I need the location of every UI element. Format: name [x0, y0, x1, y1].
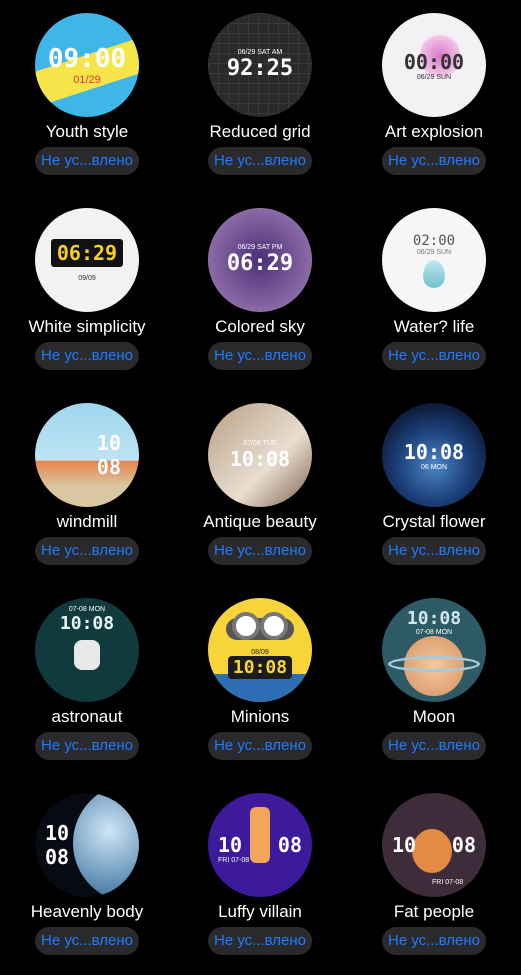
- watch-face-card[interactable]: 10 08 Heavenly body Не ус...влено: [0, 780, 174, 975]
- face-time-hours: 10: [218, 833, 243, 857]
- face-date: 01/29: [73, 74, 101, 86]
- watch-face-preview[interactable]: 06/29 SAT AM 92:25: [208, 13, 312, 117]
- watch-face-card[interactable]: 02:00 06/29 SUN Water? life Не ус...влен…: [347, 195, 521, 390]
- install-status-button[interactable]: Не ус...влено: [208, 342, 312, 370]
- watch-face-card[interactable]: 06:29 09/09 White simplicity Не ус...вле…: [0, 195, 174, 390]
- install-status-button[interactable]: Не ус...влено: [208, 927, 312, 955]
- water-drop-icon: [423, 259, 445, 288]
- face-date: 08/09: [251, 649, 269, 656]
- face-time: 10:08: [406, 608, 462, 629]
- watch-face-card[interactable]: 06/29 SAT AM 92:25 Reduced grid Не ус...…: [173, 0, 347, 195]
- face-date: 06/29 SAT PM: [237, 244, 283, 251]
- face-time: 00:00: [403, 49, 465, 74]
- watch-face-preview[interactable]: 10 08 FRI 07-08: [382, 793, 486, 897]
- face-title: Water? life: [393, 317, 475, 336]
- face-time-minutes: 08: [45, 845, 70, 869]
- face-title: astronaut: [51, 707, 123, 726]
- watch-face-card[interactable]: 10:08 07-08 MON Moon Не ус...влено: [347, 585, 521, 780]
- watch-face-card[interactable]: 10 08 FRI 07-08 Luffy villain Не ус...вл…: [173, 780, 347, 975]
- watch-face-grid: 09:00 01/29 Youth style Не ус...влено 06…: [0, 0, 521, 970]
- face-time: 10:08: [403, 439, 465, 464]
- face-title: Fat people: [393, 902, 475, 921]
- watch-face-preview[interactable]: 07-08 MON 10:08: [35, 598, 139, 702]
- face-time-hours: 10: [392, 833, 417, 857]
- install-status-button[interactable]: Не ус...влено: [35, 537, 139, 565]
- face-title: windmill: [56, 512, 118, 531]
- face-date: 06/29 SUN: [416, 73, 452, 81]
- install-status-button[interactable]: Не ус...влено: [382, 732, 486, 760]
- face-time-hours: 10: [45, 821, 70, 845]
- install-status-button[interactable]: Не ус...влено: [382, 342, 486, 370]
- face-title: Minions: [230, 707, 290, 726]
- face-date: 06 MON: [420, 463, 448, 471]
- watch-face-card[interactable]: 00:00 06/29 SUN Art explosion Не ус...вл…: [347, 0, 521, 195]
- face-title: White simplicity: [28, 317, 146, 336]
- face-date: 07-08 MON: [415, 629, 453, 636]
- install-status-button[interactable]: Не ус...влено: [35, 342, 139, 370]
- face-title: Heavenly body: [30, 902, 144, 921]
- face-date: 06/29 SUN: [416, 248, 452, 256]
- watch-face-card[interactable]: 06/29 SAT PM 06:29 Colored sky Не ус...в…: [173, 195, 347, 390]
- install-status-button[interactable]: Не ус...влено: [208, 147, 312, 175]
- face-date: 07-08 MON: [68, 606, 106, 613]
- face-title: Moon: [412, 707, 456, 726]
- face-date: 09/09: [78, 274, 96, 282]
- watch-face-preview[interactable]: 06/29 SAT PM 06:29: [208, 208, 312, 312]
- install-status-button[interactable]: Не ус...влено: [208, 537, 312, 565]
- face-time: 10:08: [229, 446, 291, 471]
- install-status-button[interactable]: Не ус...влено: [35, 732, 139, 760]
- face-time-minutes: 08: [96, 455, 121, 479]
- face-title: Crystal flower: [382, 512, 486, 531]
- watch-face-preview[interactable]: 02:00 06/29 SUN: [382, 208, 486, 312]
- watch-face-preview[interactable]: 10 08: [35, 793, 139, 897]
- face-time-minutes: 08: [451, 833, 476, 857]
- face-title: Luffy villain: [218, 902, 302, 921]
- face-time-hours: 10: [96, 431, 121, 455]
- face-date: FRI 07-08: [218, 857, 250, 864]
- face-time: 09:00: [47, 44, 127, 74]
- install-status-button[interactable]: Не ус...влено: [382, 537, 486, 565]
- face-title: Colored sky: [215, 317, 305, 336]
- install-status-button[interactable]: Не ус...влено: [208, 732, 312, 760]
- face-date: 06/29 SAT AM: [237, 49, 283, 56]
- install-status-button[interactable]: Не ус...влено: [382, 927, 486, 955]
- watch-face-card[interactable]: 07/08 TUE 10:08 Antique beauty Не ус...в…: [173, 390, 347, 585]
- face-date: 07/08 TUE: [243, 439, 277, 447]
- watch-face-preview[interactable]: 10:08 07-08 MON: [382, 598, 486, 702]
- install-status-button[interactable]: Не ус...влено: [382, 147, 486, 175]
- face-time: 06:29: [56, 240, 118, 265]
- face-time-minutes: 08: [277, 833, 302, 857]
- face-title: Youth style: [45, 122, 129, 141]
- watch-face-preview[interactable]: 10 08: [35, 403, 139, 507]
- install-status-button[interactable]: Не ус...влено: [35, 147, 139, 175]
- watch-face-card[interactable]: 10 08 FRI 07-08 Fat people Не ус...влено: [347, 780, 521, 975]
- face-time: 10:08: [59, 613, 115, 634]
- face-title: Antique beauty: [203, 512, 317, 531]
- face-title: Art explosion: [384, 122, 484, 141]
- watch-face-preview[interactable]: 06:29 09/09: [35, 208, 139, 312]
- watch-face-preview[interactable]: 10 08 FRI 07-08: [208, 793, 312, 897]
- face-time: 92:25: [226, 56, 294, 81]
- watch-face-preview[interactable]: 07/08 TUE 10:08: [208, 403, 312, 507]
- watch-face-preview[interactable]: 09:00 01/29: [35, 13, 139, 117]
- face-time: 02:00: [412, 232, 456, 249]
- watch-face-preview[interactable]: 08/09 10:08: [208, 598, 312, 702]
- face-title: Reduced grid: [209, 122, 311, 141]
- watch-face-preview[interactable]: 00:00 06/29 SUN: [382, 13, 486, 117]
- astronaut-icon: [74, 640, 100, 670]
- watch-face-card[interactable]: 10:08 06 MON Crystal flower Не ус...влен…: [347, 390, 521, 585]
- watch-face-preview[interactable]: 10:08 06 MON: [382, 403, 486, 507]
- watch-face-card[interactable]: 08/09 10:08 Minions Не ус...влено: [173, 585, 347, 780]
- watch-face-card[interactable]: 09:00 01/29 Youth style Не ус...влено: [0, 0, 174, 195]
- install-status-button[interactable]: Не ус...влено: [35, 927, 139, 955]
- face-date: FRI 07-08: [432, 879, 464, 886]
- face-time: 06:29: [226, 251, 294, 276]
- face-time: 10:08: [232, 657, 288, 678]
- watch-face-card[interactable]: 07-08 MON 10:08 astronaut Не ус...влено: [0, 585, 174, 780]
- watch-face-card[interactable]: 10 08 windmill Не ус...влено: [0, 390, 174, 585]
